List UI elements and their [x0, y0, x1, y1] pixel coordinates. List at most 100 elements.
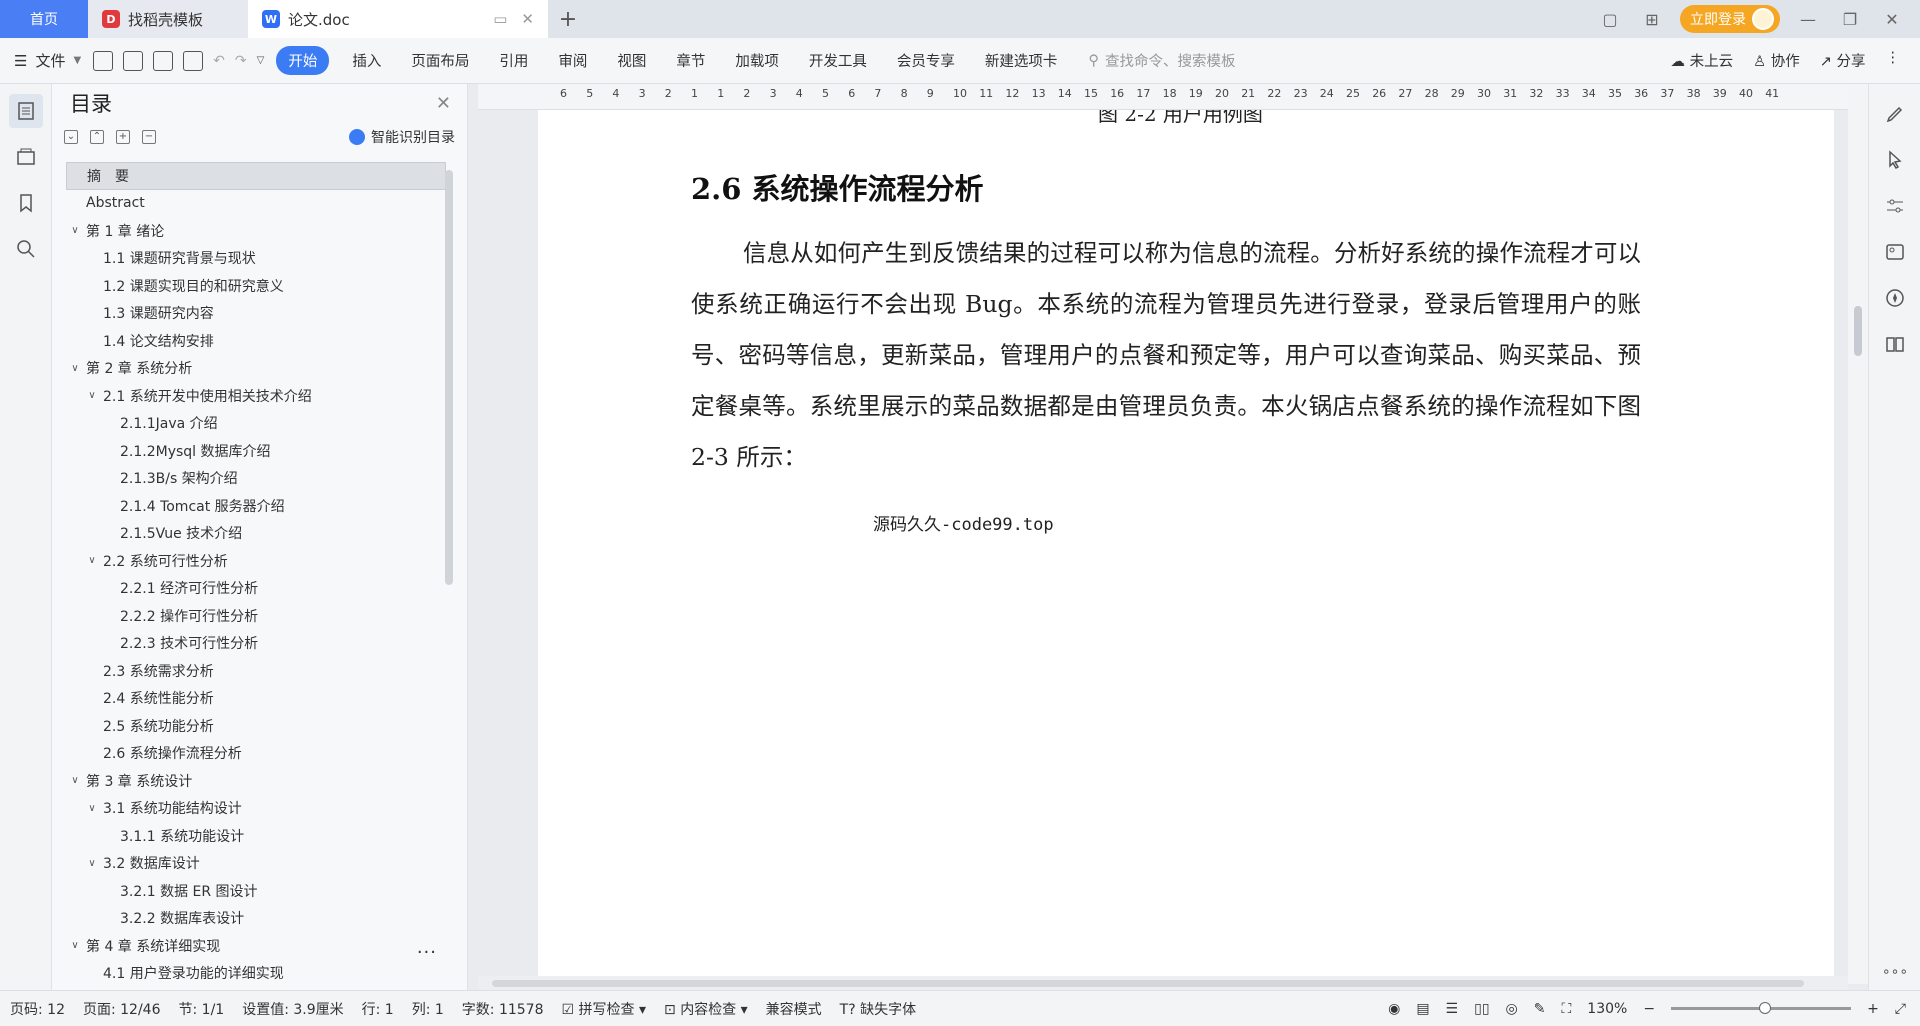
toc-item[interactable]: 摘 要: [66, 162, 446, 190]
redo-icon[interactable]: ↷: [235, 53, 247, 69]
toc-item[interactable]: 1.1 课题研究背景与现状: [66, 245, 446, 273]
tab-references[interactable]: 引用: [484, 50, 543, 71]
horizontal-ruler[interactable]: 6 5 4 3 2 1 1 2 3 4 5 6 7 8 9 10 11 12 13 14 15 16 17 18 19 20 21 2…: [478, 84, 1848, 110]
file-menu[interactable]: ☰ 文件 ▼: [14, 50, 81, 71]
document-page[interactable]: 图 2-2 用户用例图 2.6 系统操作流程分析 信息从如何产生到反馈结果的过程…: [538, 110, 1834, 980]
toc-item[interactable]: ∨ 第 4 章 系统详细实现: [66, 932, 446, 960]
restore-icon[interactable]: ❐: [1836, 10, 1864, 29]
image-tool-icon[interactable]: [1883, 240, 1907, 264]
add-heading-icon[interactable]: +: [116, 130, 130, 144]
tab-insert[interactable]: 插入: [337, 50, 396, 71]
pin-icon[interactable]: ▭: [493, 10, 507, 28]
zoom-out-icon[interactable]: −: [1643, 1001, 1655, 1017]
tab-home[interactable]: 首页: [0, 0, 88, 38]
find-icon[interactable]: [9, 232, 43, 266]
vertical-scrollbar[interactable]: [1848, 84, 1868, 984]
toc-item[interactable]: 1.4 论文结构安排: [66, 327, 446, 355]
smart-toc-button[interactable]: 智能识别目录: [349, 127, 455, 147]
status-words[interactable]: 字数: 11578: [462, 999, 544, 1019]
toc-item[interactable]: 3.1.1 系统功能设计: [66, 822, 446, 850]
horizontal-scrollbar[interactable]: [478, 976, 1848, 990]
remove-heading-icon[interactable]: −: [142, 130, 156, 144]
toc-item[interactable]: 2.2.1 经济可行性分析: [66, 575, 446, 603]
save-icon[interactable]: [93, 50, 114, 71]
toc-item[interactable]: 2.2.2 操作可行性分析: [66, 602, 446, 630]
close-tab-icon[interactable]: ✕: [521, 10, 534, 28]
toc-item[interactable]: 1.2 课题实现目的和研究意义: [66, 272, 446, 300]
tab-start[interactable]: 开始: [276, 46, 330, 75]
spell-check-button[interactable]: ☑ 拼写检查 ▾: [562, 999, 647, 1019]
export-pdf-icon[interactable]: [123, 50, 144, 71]
chevron-down-icon[interactable]: ∨: [68, 775, 82, 786]
compass-icon[interactable]: [1883, 286, 1907, 310]
zoom-in-icon[interactable]: +: [1867, 1001, 1879, 1017]
tab-view[interactable]: 视图: [602, 50, 661, 71]
tab-docer-templates[interactable]: D 找稻壳模板: [88, 0, 248, 38]
toc-item[interactable]: ∨ 第 2 章 系统分析: [66, 355, 446, 383]
tab-document[interactable]: W 论文.doc ▭ ✕: [248, 0, 548, 38]
tab-developer[interactable]: 开发工具: [794, 50, 882, 71]
more-dots-icon[interactable]: ∘∘∘: [1869, 964, 1920, 980]
toc-item[interactable]: 3.2.1 数据 ER 图设计: [66, 877, 446, 905]
edit-pen-icon[interactable]: [1883, 102, 1907, 126]
fit-page-icon[interactable]: ⛶: [1561, 1001, 1571, 1017]
toc-item[interactable]: 2.3 系统需求分析: [66, 657, 446, 685]
chevron-down-icon[interactable]: ∨: [85, 555, 99, 566]
toc-item[interactable]: ∨ 第 1 章 绪论: [66, 217, 446, 245]
toc-nav-icon[interactable]: [9, 94, 43, 128]
grid-icon[interactable]: ⊞: [1638, 10, 1666, 29]
toc-item[interactable]: 4.1 用户登录功能的详细实现: [66, 960, 446, 982]
status-section[interactable]: 节: 1/1: [179, 999, 225, 1019]
toc-item[interactable]: 2.1.3B/s 架构介绍: [66, 465, 446, 493]
toc-item[interactable]: 2.4 系统性能分析: [66, 685, 446, 713]
outline-view-icon[interactable]: ☰: [1446, 1001, 1459, 1017]
more-icon[interactable]: ⋮: [1886, 50, 1901, 71]
pen-icon[interactable]: ✎: [1534, 1001, 1546, 1017]
tab-addins[interactable]: 加载项: [720, 50, 794, 71]
collab-button[interactable]: ♙ 协作: [1753, 50, 1800, 71]
status-page[interactable]: 页面: 12/46: [83, 999, 161, 1019]
web-view-icon[interactable]: ◎: [1506, 1001, 1518, 1017]
cloud-button[interactable]: ☁ 未上云: [1671, 50, 1734, 71]
new-tab-button[interactable]: +: [548, 0, 588, 38]
print-icon[interactable]: [153, 50, 174, 71]
chevron-down-icon[interactable]: ∨: [68, 363, 82, 374]
zoom-slider-knob[interactable]: [1759, 1002, 1772, 1014]
login-button[interactable]: 立即登录: [1680, 5, 1780, 33]
tab-page-layout[interactable]: 页面布局: [396, 50, 484, 71]
read-view-icon[interactable]: ▯▯: [1474, 1001, 1489, 1017]
toc-item[interactable]: 2.2.3 技术可行性分析: [66, 630, 446, 658]
zoom-slider[interactable]: [1671, 1002, 1852, 1014]
scroll-thumb[interactable]: [1854, 306, 1862, 356]
chevron-down-icon[interactable]: ∨: [85, 803, 99, 814]
adjust-icon[interactable]: [1883, 194, 1907, 218]
toc-item[interactable]: 1.3 课题研究内容: [66, 300, 446, 328]
toc-scrollbar[interactable]: [445, 170, 453, 585]
command-search[interactable]: ⚲ 查找命令、搜索模板: [1088, 50, 1235, 71]
select-cursor-icon[interactable]: [1883, 148, 1907, 172]
collapse-all-icon[interactable]: ⌄: [64, 130, 78, 144]
toc-item[interactable]: 3.2.2 数据库表设计: [66, 905, 446, 933]
minimize-icon[interactable]: —: [1794, 10, 1822, 29]
chevron-down-icon[interactable]: ∨: [68, 940, 82, 951]
close-window-icon[interactable]: ✕: [1878, 10, 1906, 29]
content-check-button[interactable]: ⊡ 内容检查 ▾: [664, 999, 748, 1019]
toc-item[interactable]: ∨ 3.1 系统功能结构设计: [66, 795, 446, 823]
book-icon[interactable]: [1883, 332, 1907, 356]
status-setting[interactable]: 设置值: 3.9厘米: [242, 999, 343, 1019]
tab-review[interactable]: 审阅: [543, 50, 602, 71]
chevron-down-icon[interactable]: ∨: [68, 225, 82, 236]
chevron-down-icon[interactable]: ∨: [85, 390, 99, 401]
tab-section[interactable]: 章节: [661, 50, 720, 71]
share-button[interactable]: ↗ 分享: [1820, 50, 1866, 71]
close-icon[interactable]: ✕: [436, 93, 451, 114]
toc-item[interactable]: 2.1.1Java 介绍: [66, 410, 446, 438]
tab-new[interactable]: 新建选项卡: [970, 50, 1073, 71]
eye-icon[interactable]: ◉: [1388, 1001, 1400, 1017]
missing-font-button[interactable]: T? 缺失字体: [840, 999, 916, 1019]
toc-item[interactable]: 2.1.4 Tomcat 服务器介绍: [66, 492, 446, 520]
zoom-level[interactable]: 130%: [1587, 1001, 1627, 1017]
toc-item[interactable]: 2.6 系统操作流程分析: [66, 740, 446, 768]
fullscreen-icon[interactable]: ⤢: [1895, 1001, 1906, 1017]
print-preview-icon[interactable]: [183, 50, 204, 71]
